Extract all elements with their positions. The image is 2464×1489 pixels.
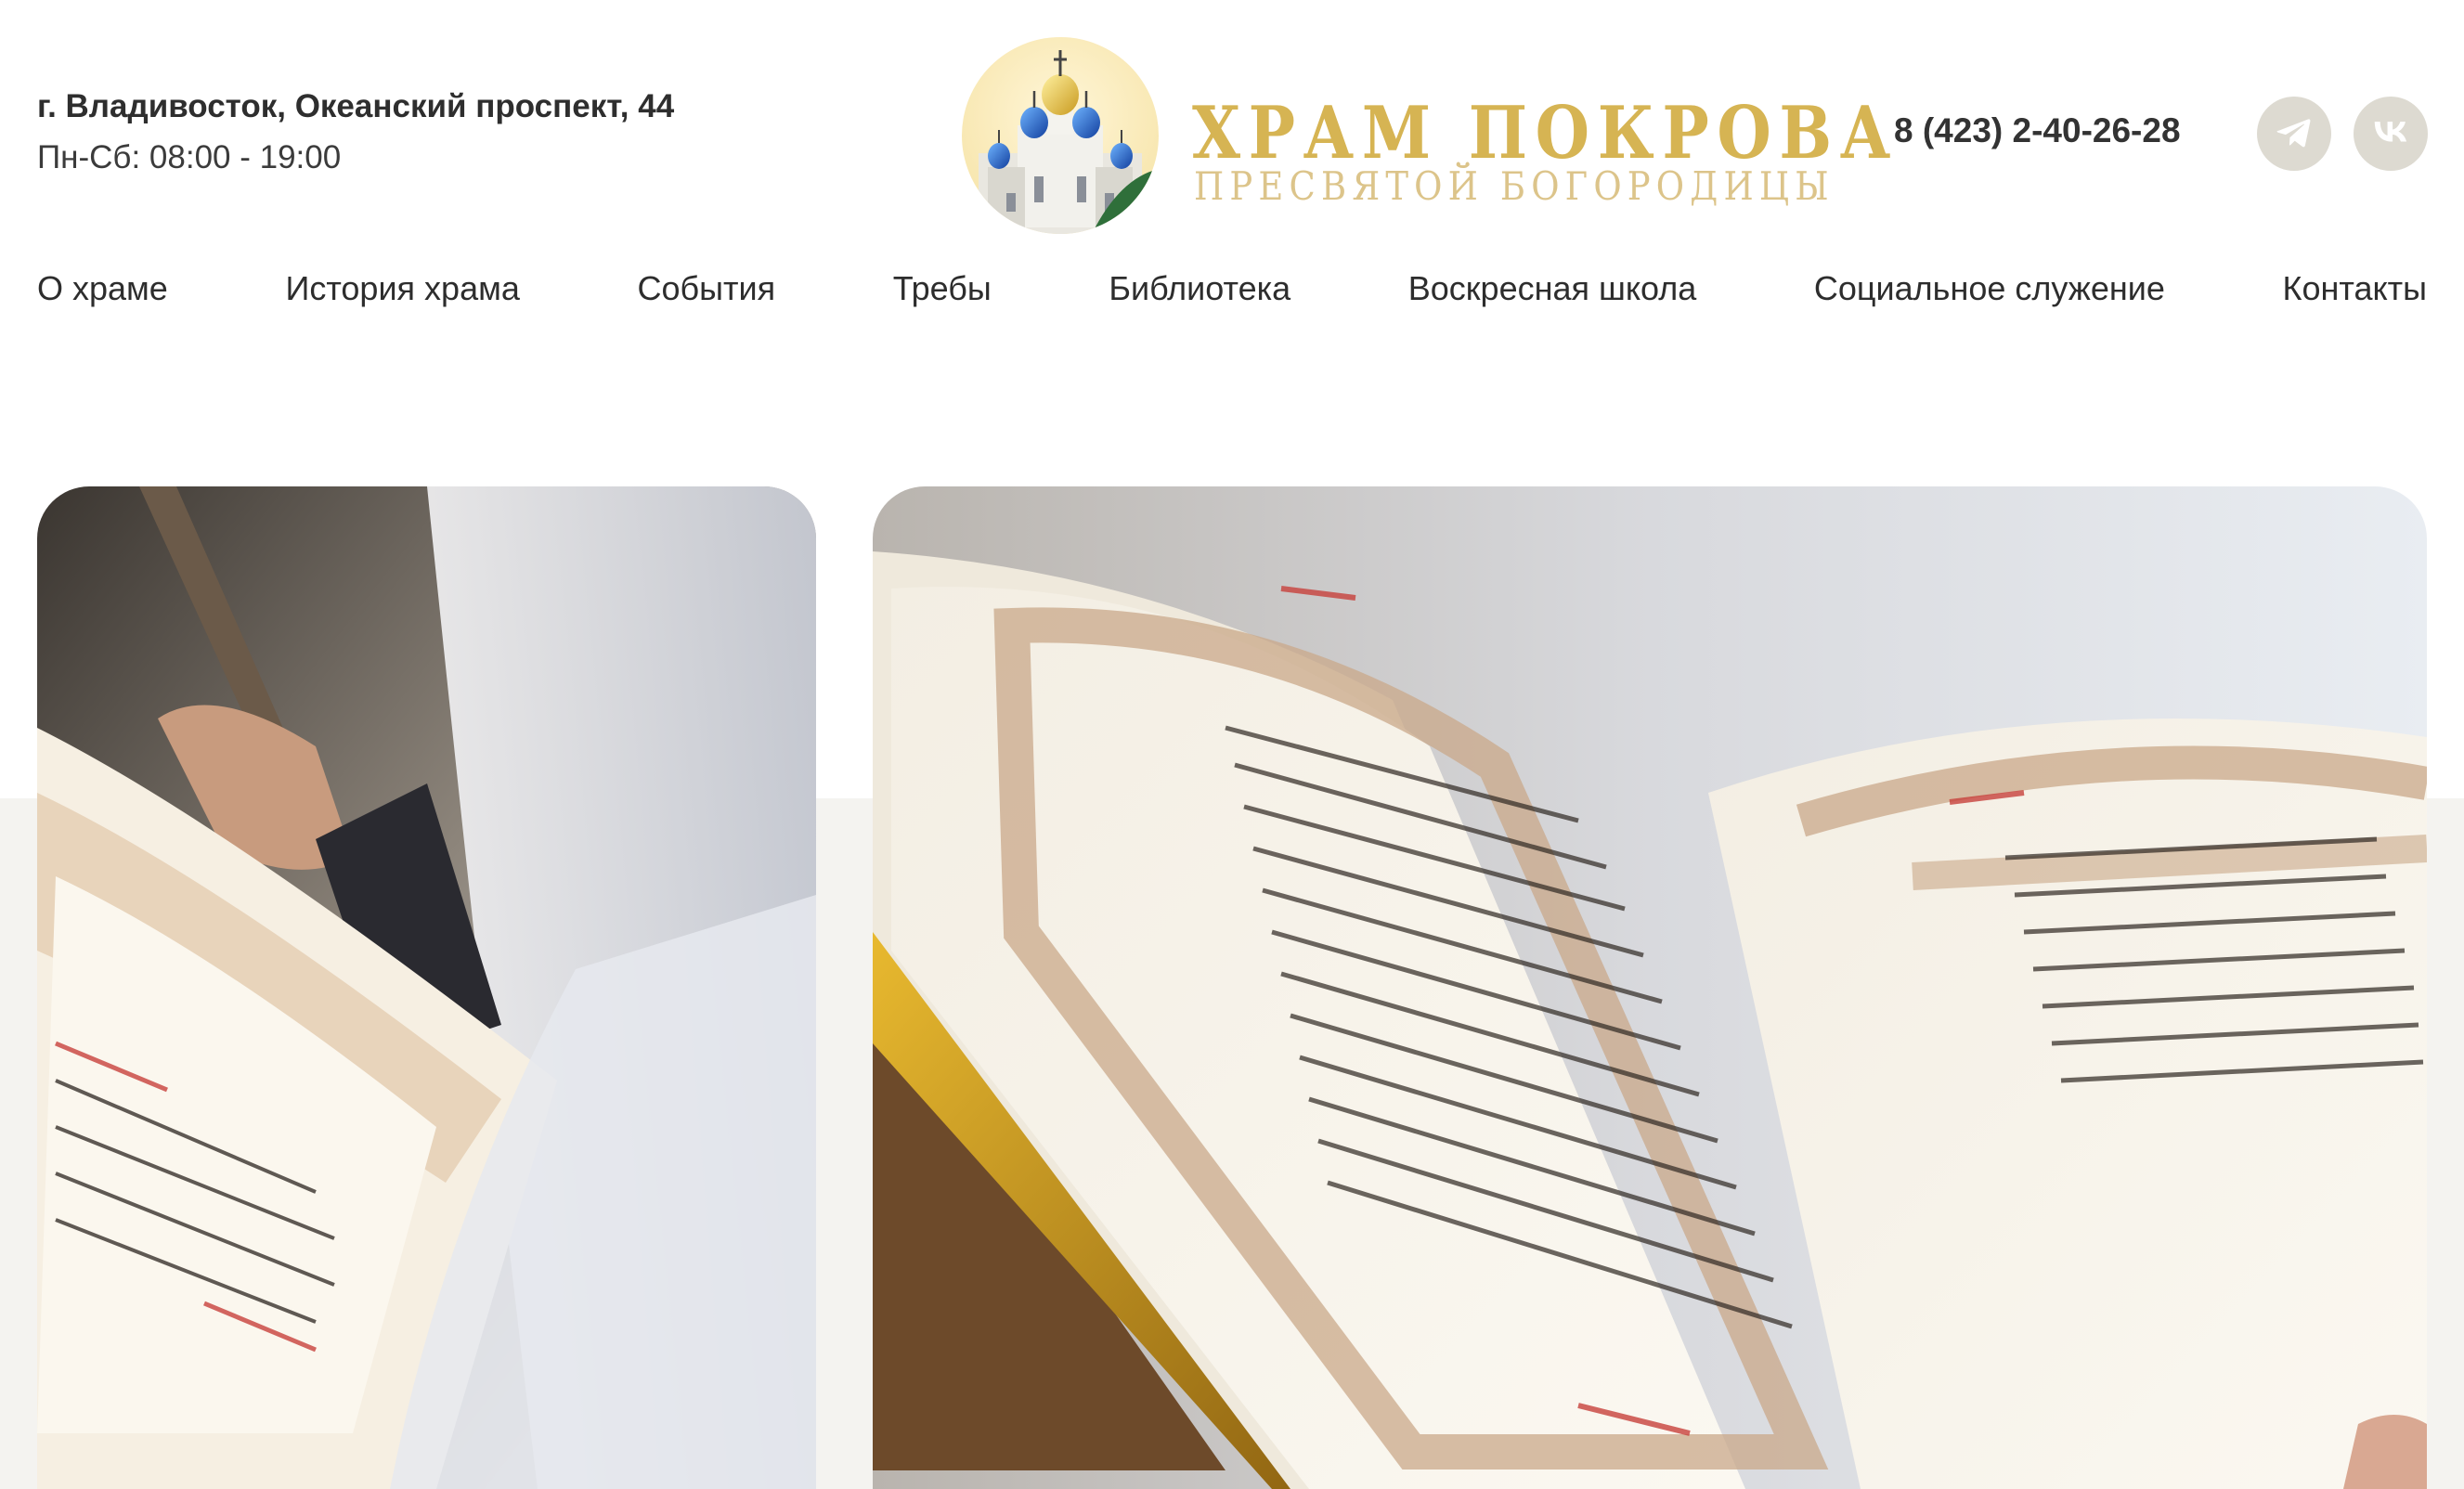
church-address: г. Владивосток, Океанский проспект, 44	[37, 88, 675, 124]
main-navigation: О храме История храма События Требы Библ…	[37, 269, 2427, 308]
nav-item-contacts[interactable]: Контакты	[2283, 269, 2428, 308]
phone-link[interactable]: 8 (423) 2-40-26-28	[1894, 111, 2181, 150]
nav-item-sunday-school[interactable]: Воскресная школа	[1408, 269, 1697, 308]
site-header: г. Владивосток, Океанский проспект, 44 П…	[37, 0, 2428, 241]
telegram-button[interactable]	[2257, 97, 2331, 171]
nav-item-social-service[interactable]: Социальное служение	[1814, 269, 2165, 308]
opening-hours: Пн-Сб: 08:00 - 19:00	[37, 139, 342, 175]
nav-item-about[interactable]: О храме	[37, 269, 168, 308]
site-logo[interactable]: ХРАМ ПОКРОВА ПРЕСВЯТОЙ БОГОРОДИЦЫ	[962, 33, 1890, 238]
gospel-reading-photo	[37, 486, 816, 1489]
open-gospel-book-photo	[873, 486, 2427, 1489]
vk-icon	[2369, 110, 2412, 158]
nav-item-history[interactable]: История храма	[285, 269, 519, 308]
telegram-icon	[2275, 112, 2314, 156]
nav-item-events[interactable]: События	[637, 269, 775, 308]
church-emblem-icon	[962, 37, 1159, 234]
vk-button[interactable]	[2354, 97, 2428, 171]
logo-subtitle: ПРЕСВЯТОЙ БОГОРОДИЦЫ	[1194, 163, 1835, 209]
nav-item-services[interactable]: Требы	[893, 269, 992, 308]
nav-item-library[interactable]: Библиотека	[1109, 269, 1290, 308]
